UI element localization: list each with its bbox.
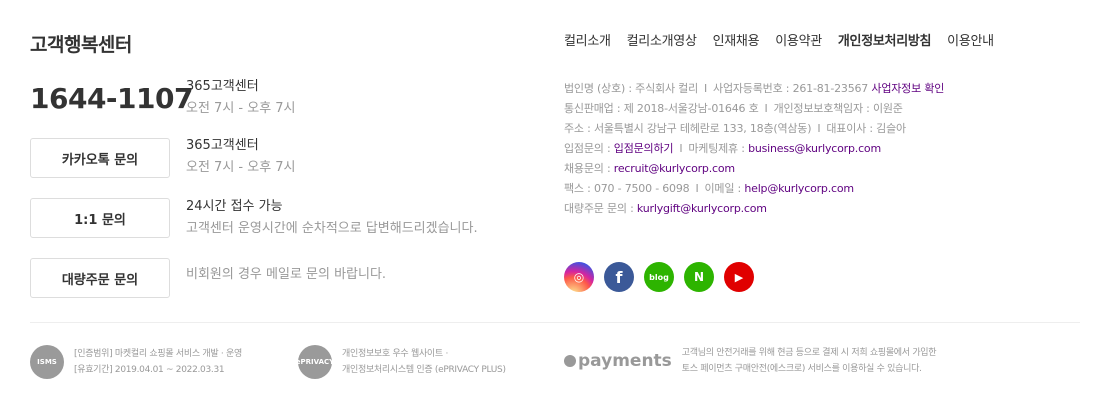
payments-logo-text: payments — [578, 351, 672, 371]
one-to-one-info: 24시간 접수 가능 고객센터 운영시간에 순차적으로 답변해드리겠습니다. — [186, 196, 478, 240]
one-to-one-inquiry-button[interactable]: 1:1 문의 — [30, 198, 170, 238]
company-info-row: 주소 : 서울특별시 강남구 테헤란로 133, 18층(역삼동) I 대표이사 :… — [564, 122, 906, 135]
marketing-label: 마케팅제휴 : — [688, 142, 745, 155]
bulk-order-inquiry-button[interactable]: 대량주문 문의 — [30, 258, 170, 298]
eprivacy-line2: 개인정보처리시스템 인증 (ePRIVACY PLUS) — [342, 365, 506, 375]
mail-order-number: 통신판매업 : 제 2018-서울강남-01646 호 — [564, 102, 759, 115]
isms-certification: ISMS [인증범위] 마켓컬리 쇼핑몰 서비스 개발 · 운영 [유효기간] … — [30, 345, 242, 379]
bulk-order-info-desc: 비회원의 경우 메일로 문의 바랍니다. — [186, 267, 387, 282]
bulk-order-email-link[interactable]: kurlygift@kurlycorp.com — [637, 202, 767, 215]
kakao-inquiry-button[interactable]: 카카오톡 문의 — [30, 138, 170, 178]
recruit-label: 채용문의 : — [564, 162, 611, 175]
business-reg-number: 사업자등록번호 : 261-81-23567 — [713, 82, 869, 95]
sns-links: ◎ f blog N ▶ — [564, 262, 754, 292]
privacy-officer: 개인정보보호책임자 : 이원준 — [773, 102, 903, 115]
partnership-link[interactable]: 입점문의하기 — [614, 142, 674, 155]
help-email-link[interactable]: help@kurlycorp.com — [744, 182, 854, 195]
nav-link-about-video[interactable]: 컬리소개영상 — [627, 30, 697, 49]
footer: 고객행복센터 1644-1107 365고객센터 오전 7시 - 오후 7시 카… — [30, 0, 1080, 402]
marketing-email-link[interactable]: business@kurlycorp.com — [748, 142, 881, 155]
company-info-row: 채용문의 : recruit@kurlycorp.com — [564, 159, 1034, 179]
phone-info-main: 365고객센터 — [186, 79, 259, 94]
nav-link-privacy-policy[interactable]: 개인정보처리방침 — [838, 30, 932, 49]
kakao-info-hours: 오전 7시 - 오후 7시 — [186, 160, 296, 175]
recruit-email-link[interactable]: recruit@kurlycorp.com — [614, 162, 735, 175]
company-info-row: 팩스 : 070 - 7500 - 6098 I 이메일 : help@kurlyc… — [564, 182, 854, 195]
kakao-info-main: 365고객센터 — [186, 138, 259, 153]
nav-link-guide[interactable]: 이용안내 — [947, 30, 994, 49]
eprivacy-line1: 개인정보보호 우수 웹사이트 · — [342, 349, 449, 359]
nav-link-about[interactable]: 컬리소개 — [564, 30, 611, 49]
isms-logo-icon: ISMS — [30, 345, 64, 379]
isms-validity: [유효기간] 2019.04.01 ~ 2022.03.31 — [74, 365, 225, 375]
partnership-label: 입점문의 : — [564, 142, 611, 155]
business-info-link[interactable]: 사업자정보 확인 — [871, 82, 944, 95]
phone-info: 365고객센터 오전 7시 - 오후 7시 — [186, 76, 296, 120]
naver-post-icon[interactable]: N — [684, 262, 714, 292]
footer-nav: 컬리소개 컬리소개영상 인재채용 이용약관 개인정보처리방침 이용안내 — [564, 30, 994, 49]
payments-logo: payments — [564, 351, 672, 371]
company-name: 법인명 (상호) : 주식회사 컬리 — [564, 82, 698, 95]
company-info-row: 입점문의 : 입점문의하기 I 마케팅제휴 : business@kurlycorp… — [564, 142, 881, 155]
company-info: 법인명 (상호) : 주식회사 컬리 I 사업자등록번호 : 261-81-2356… — [564, 79, 1034, 219]
payments-line2: 토스 페이먼츠 구매안전(에스크로) 서비스를 이용하실 수 있습니다. — [681, 364, 922, 374]
one-to-one-info-main: 24시간 접수 가능 — [186, 199, 283, 214]
payments-logo-icon — [564, 355, 576, 367]
company-info-row: 법인명 (상호) : 주식회사 컬리 I 사업자등록번호 : 261-81-2356… — [564, 82, 945, 95]
company-address: 주소 : 서울특별시 강남구 테헤란로 133, 18층(역삼동) — [564, 122, 812, 135]
ceo-name: 대표이사 : 김슬아 — [826, 122, 906, 135]
bulk-order-info: 비회원의 경우 메일로 문의 바랍니다. — [186, 264, 386, 286]
eprivacy-certification: ePRIVACY 개인정보보호 우수 웹사이트 · 개인정보처리시스템 인증 (… — [296, 345, 506, 379]
kakao-info: 365고객센터 오전 7시 - 오후 7시 — [186, 135, 296, 179]
company-info-row: 대량주문 문의 : kurlygift@kurlycorp.com — [564, 199, 1034, 219]
eprivacy-logo-icon: ePRIVACY — [296, 345, 334, 379]
one-to-one-info-desc: 고객센터 운영시간에 순차적으로 답변해드리겠습니다. — [186, 221, 478, 236]
youtube-icon[interactable]: ▶ — [724, 262, 754, 292]
fax-number: 팩스 : 070 - 7500 - 6098 — [564, 182, 690, 195]
blog-icon[interactable]: blog — [644, 262, 674, 292]
phone-info-hours: 오전 7시 - 오후 7시 — [186, 101, 296, 116]
customer-center-title: 고객행복센터 — [30, 34, 132, 56]
payments-line1: 고객님의 안전거래를 위해 현금 등으로 결제 시 저희 쇼핑몰에서 가입한 — [681, 348, 937, 358]
instagram-icon[interactable]: ◎ — [564, 262, 594, 292]
facebook-icon[interactable]: f — [604, 262, 634, 292]
footer-divider — [30, 322, 1080, 323]
nav-link-careers[interactable]: 인재채용 — [713, 30, 760, 49]
isms-scope: [인증범위] 마켓컬리 쇼핑몰 서비스 개발 · 운영 — [74, 349, 242, 359]
email-label: 이메일 : — [704, 182, 742, 195]
bulk-order-label: 대량주문 문의 : — [564, 202, 634, 215]
customer-center-phone: 1644-1107 — [30, 82, 193, 115]
nav-link-terms[interactable]: 이용약관 — [775, 30, 822, 49]
payments-escrow: payments 고객님의 안전거래를 위해 현금 등으로 결제 시 저희 쇼핑… — [564, 345, 937, 377]
company-info-row: 통신판매업 : 제 2018-서울강남-01646 호 I 개인정보보호책임자 : … — [564, 102, 903, 115]
